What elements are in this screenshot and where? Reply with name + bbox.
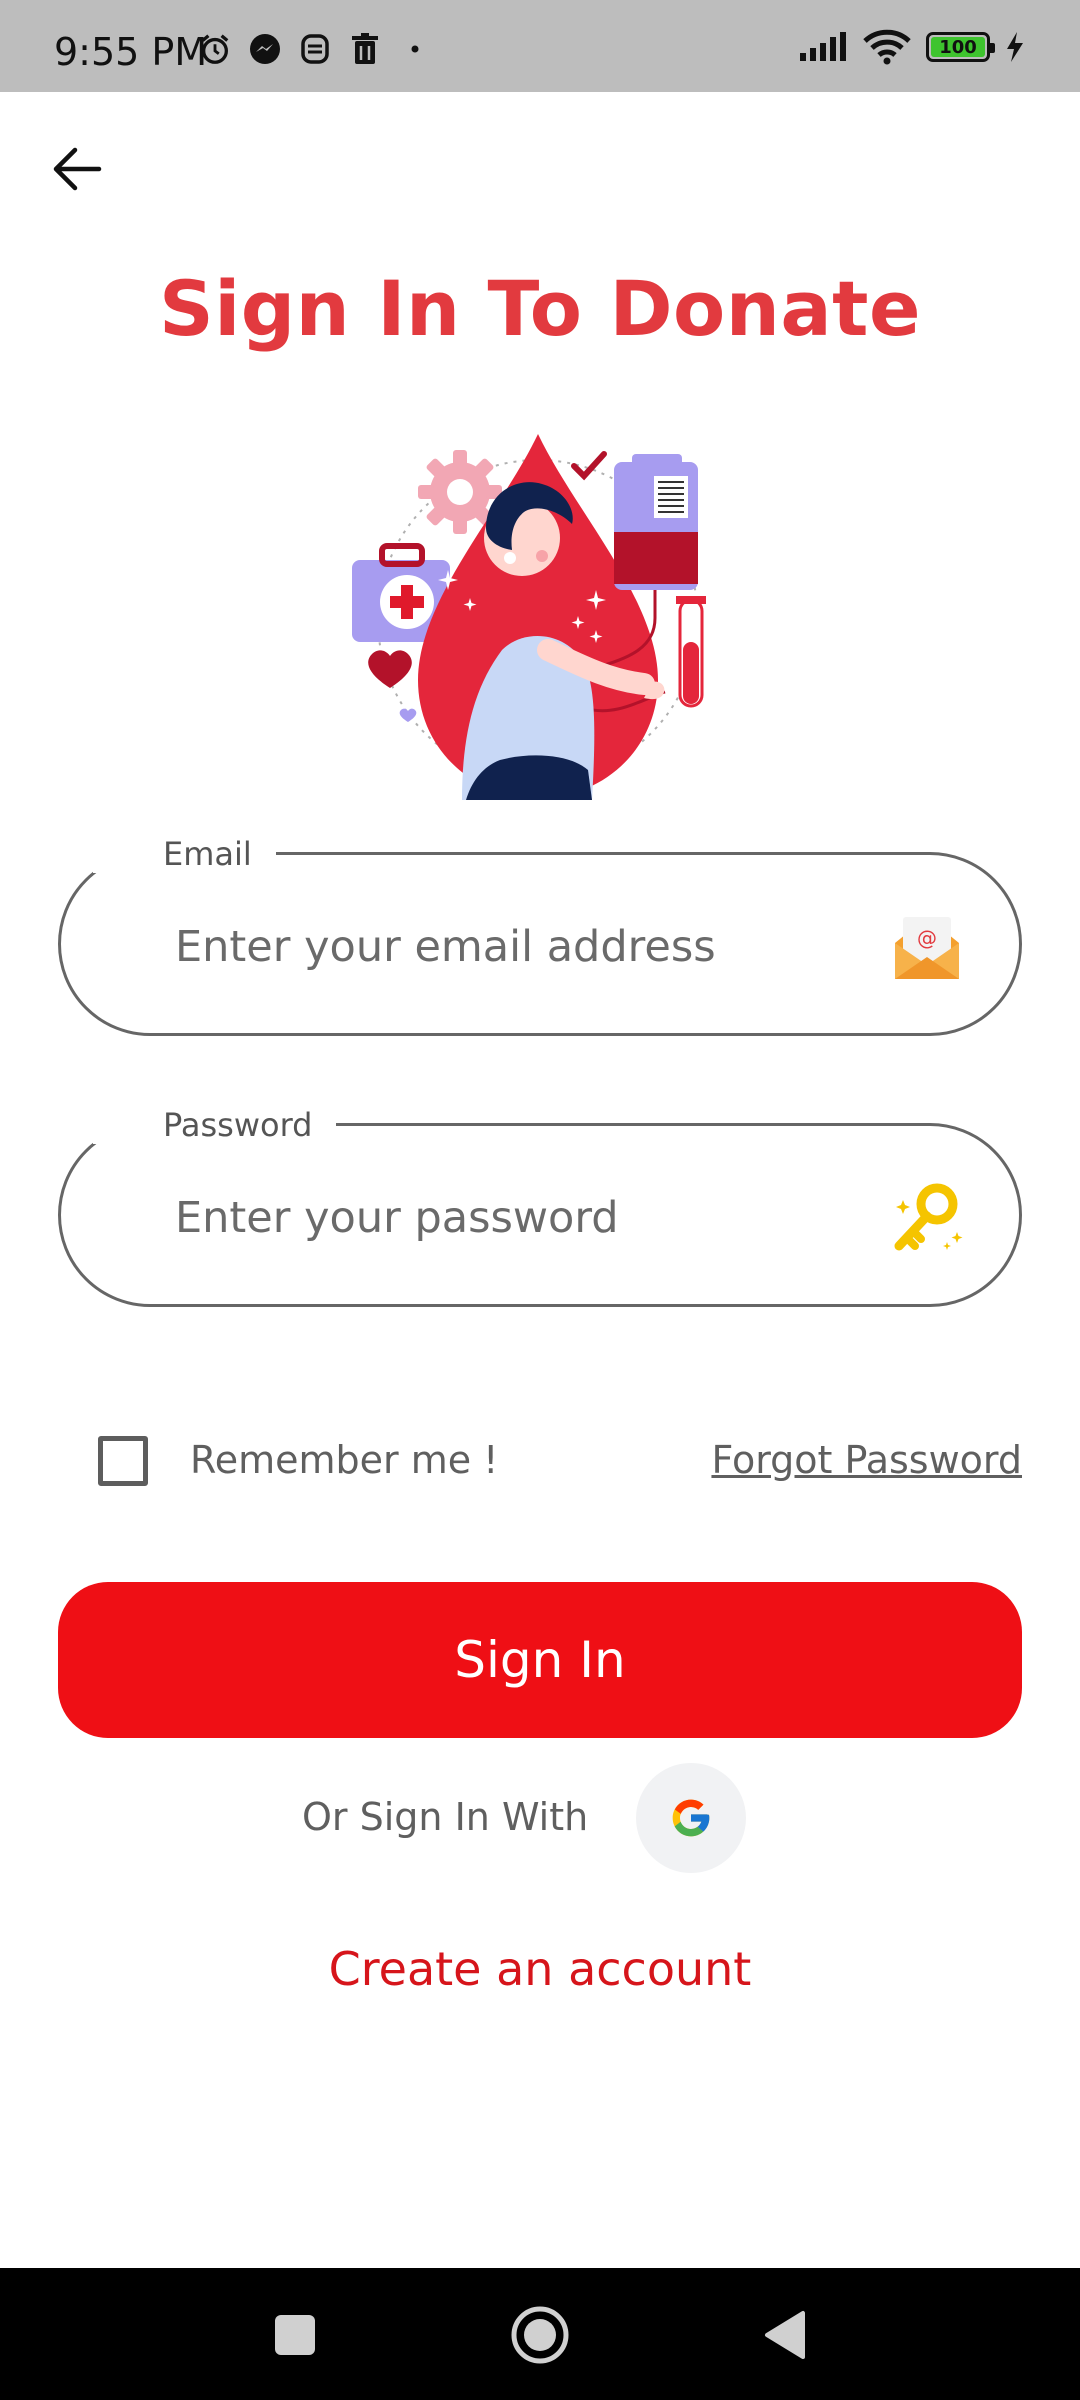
status-icons-left — [198, 32, 432, 66]
email-field-label: Email — [93, 835, 276, 873]
password-field[interactable]: Password — [58, 1106, 1022, 1307]
status-time: 9:55 PM — [54, 30, 208, 74]
app-notification-icon — [298, 32, 332, 66]
sign-in-button[interactable]: Sign In — [58, 1582, 1022, 1738]
forgot-password-link[interactable]: Forgot Password — [711, 1438, 1022, 1482]
key-icon — [891, 1180, 963, 1256]
home-circle-icon[interactable] — [509, 2304, 571, 2366]
blood-donation-illustration — [352, 420, 728, 800]
google-sign-in-button[interactable] — [636, 1763, 746, 1873]
alarm-icon — [198, 32, 232, 66]
recents-square-icon[interactable] — [264, 2304, 326, 2366]
remember-row: Remember me ! Forgot Password — [96, 1432, 1022, 1492]
dot-icon — [398, 32, 432, 66]
battery-level: 100 — [939, 36, 977, 58]
battery-icon: 100 — [926, 32, 995, 62]
email-input[interactable] — [175, 915, 875, 979]
back-button[interactable] — [46, 138, 108, 200]
google-icon — [672, 1799, 710, 1837]
password-field-label: Password — [93, 1106, 337, 1144]
remember-checkbox[interactable] — [98, 1436, 148, 1486]
status-bar: 9:55 PM 100 — [0, 0, 1080, 92]
svg-text:@: @ — [917, 926, 937, 950]
envelope-icon: @ — [891, 909, 963, 985]
or-sign-in-with-label: Or Sign In With — [302, 1795, 589, 1839]
signal-icon — [798, 30, 848, 64]
password-input[interactable] — [175, 1186, 875, 1250]
status-icons-right: 100 — [798, 29, 1026, 65]
arrow-left-icon — [53, 147, 102, 191]
charging-icon — [1004, 30, 1026, 64]
wifi-icon — [862, 29, 912, 65]
page-title: Sign In To Donate — [158, 264, 922, 353]
navigation-bar — [0, 2268, 1080, 2400]
create-account-link[interactable]: Create an account — [0, 1942, 1080, 1996]
email-field[interactable]: Email @ — [58, 835, 1022, 1036]
remember-label: Remember me ! — [190, 1438, 499, 1482]
trash-icon — [348, 32, 382, 66]
back-triangle-icon[interactable] — [754, 2304, 816, 2366]
messenger-icon — [248, 32, 282, 66]
